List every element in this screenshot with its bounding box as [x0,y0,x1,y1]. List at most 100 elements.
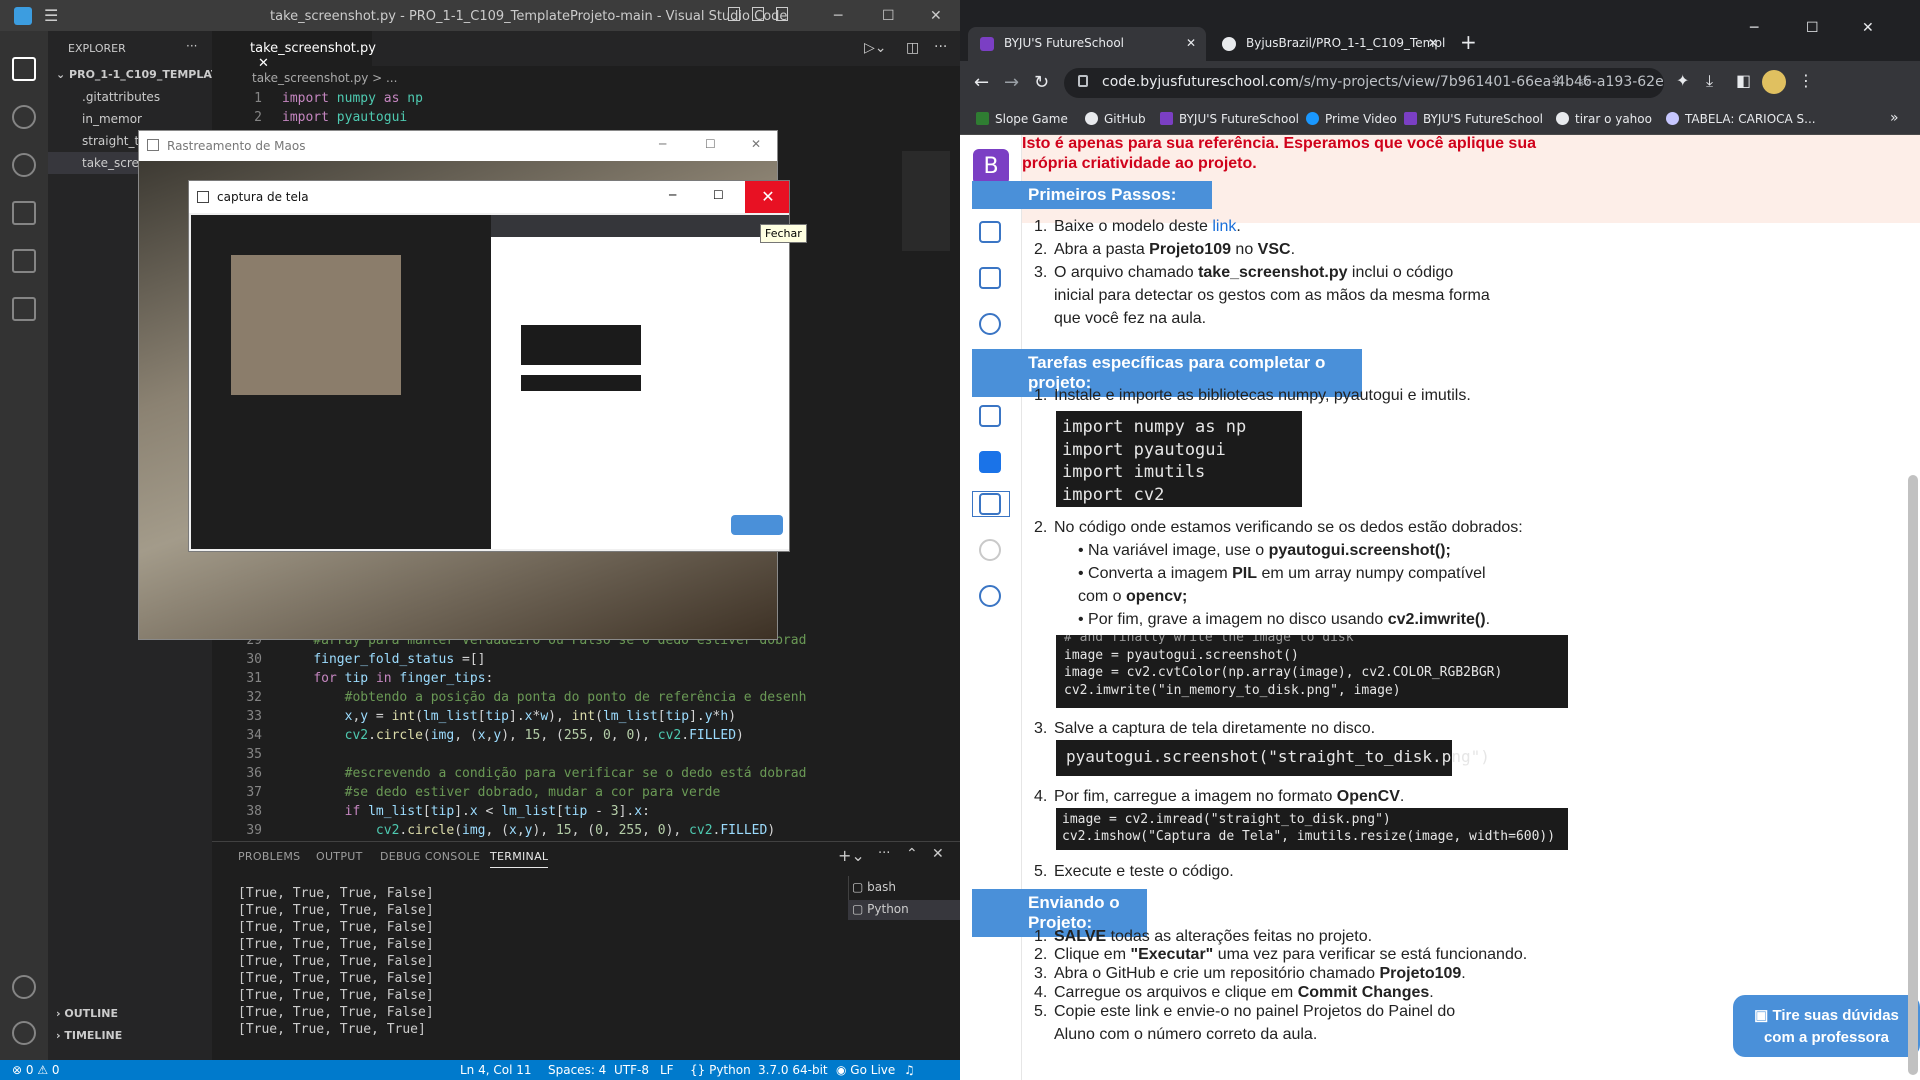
breadcrumb[interactable]: take_screenshot.py > ... [252,71,397,85]
page-scrollbar[interactable] [1908,475,1918,1075]
new-tab-button[interactable]: + [1460,30,1477,54]
status-language[interactable]: {} Python [690,1063,751,1077]
close-button[interactable]: ✕ [745,181,789,213]
editor-tab-active[interactable]: take_screenshot.py ✕ [212,31,376,71]
settings-gear-icon[interactable] [12,1021,36,1045]
code-line: image = cv2.cvtColor(np.array(image), cv… [1064,665,1503,680]
bookmark-star-icon[interactable]: ☆ [1578,71,1592,90]
maximize-icon[interactable]: ☐ [1806,20,1819,36]
run-debug-icon[interactable] [12,201,36,225]
minimize-icon[interactable]: ─ [1750,20,1758,36]
status-position[interactable]: Ln 4, Col 11 [460,1063,532,1077]
template-link[interactable]: link [1212,218,1236,235]
download-icon[interactable]: ⤓ [1706,71,1713,91]
book-icon[interactable] [979,267,1001,289]
minimap[interactable] [902,151,950,251]
bookmark-github[interactable]: GitHub [1085,112,1146,126]
byjus-logo-icon[interactable]: B [973,149,1009,185]
toggle-panel-icon[interactable] [752,7,764,21]
list-number: 3. [1034,264,1048,281]
tab-close-icon[interactable]: ✕ [258,56,269,71]
maximize-icon[interactable]: ☐ [705,137,716,151]
tab-terminal[interactable]: TERMINAL [490,850,549,868]
support-icon[interactable] [979,493,1001,515]
network-icon[interactable] [979,313,1001,335]
close-icon[interactable]: ✕ [1862,20,1874,36]
bookmarks-overflow[interactable]: » [1890,110,1899,126]
status-eol[interactable]: LF [660,1063,674,1077]
bookmark-tirar-yahoo[interactable]: tirar o yahoo [1556,112,1652,126]
tab-close-icon[interactable]: ✕ [1186,36,1196,50]
rocket-icon[interactable] [979,451,1001,473]
reload-icon[interactable]: ↻ [1034,72,1049,93]
explorer-icon[interactable] [12,57,36,81]
report-icon[interactable] [979,405,1001,427]
browser-tab-active[interactable]: BYJU'S FutureSchool ✕ [968,27,1206,61]
explorer-more-button[interactable]: ··· [186,39,197,53]
share-icon[interactable]: ⇪ [1550,72,1563,90]
testing-icon[interactable] [12,297,36,321]
close-icon[interactable]: ✕ [930,8,942,24]
search-icon[interactable] [12,105,36,129]
split-editor-icon[interactable]: ◫ [906,40,919,56]
extensions-icon[interactable]: ✦ [1676,71,1689,90]
code-line: 32 #obtendo a posição da ponta do ponto … [246,690,807,705]
forward-icon[interactable]: → [1004,72,1019,93]
status-problems[interactable]: ⊗ 0 ⚠ 0 [12,1063,60,1077]
maximize-icon[interactable]: ☐ [713,188,724,202]
timeline-section[interactable]: › TIMELINE [48,1025,212,1047]
prime-video-icon [1306,112,1319,125]
layout-icon[interactable] [776,7,788,21]
file-item[interactable]: .gitattributes [48,86,212,108]
sidepanel-icon[interactable]: ◧ [1736,71,1751,90]
toggle-sidebar-icon[interactable] [728,7,740,21]
chrome-menu-icon[interactable]: ⋮ [1798,71,1814,90]
minimize-icon[interactable]: ─ [669,188,676,202]
back-icon[interactable]: ← [974,72,989,93]
project-folder[interactable]: ⌄ PRO_1-1_C109_TEMPLATE... [48,64,212,86]
bookmark-byjus-2[interactable]: BYJU'S FutureSchool [1404,112,1543,126]
bookmark-slope-game[interactable]: Slope Game [976,112,1068,126]
browser-tab[interactable]: ByjusBrazil/PRO_1-1_C109_Templ ✕ [1210,27,1448,61]
account-icon[interactable] [12,975,36,999]
run-icon[interactable]: ▷⌄ [864,40,887,56]
bookmark-tabela[interactable]: TABELA: CARIOCA S... [1666,112,1816,126]
panel-more-icon[interactable]: ··· [878,846,890,861]
maximize-panel-icon[interactable]: ⌃ [906,846,918,862]
status-spaces[interactable]: Spaces: 4 [548,1063,606,1077]
tab-output[interactable]: OUTPUT [316,850,363,863]
outline-section[interactable]: › OUTLINE [48,1003,212,1025]
close-icon[interactable]: ✕ [751,137,761,151]
status-golive[interactable]: ◉ Go Live [836,1063,895,1077]
new-terminal-icon[interactable]: +⌄ [838,846,865,865]
menu-icon[interactable]: ☰ [44,6,58,25]
status-encoding[interactable]: UTF-8 [614,1063,649,1077]
bookmark-prime-video[interactable]: Prime Video [1306,112,1397,126]
bookmark-byjus[interactable]: BYJU'S FutureSchool [1160,112,1299,126]
bell-icon[interactable]: ♫ [904,1063,915,1077]
close-panel-icon[interactable]: ✕ [932,846,944,862]
file-item[interactable]: in_memor [48,108,212,130]
minimize-icon[interactable]: ─ [659,137,666,151]
tab-close-icon[interactable]: ✕ [1428,36,1438,50]
capture-window-titlebar: captura de tela ─ ☐ ✕ [189,181,789,213]
extensions-icon[interactable] [12,249,36,273]
editor-more-icon[interactable]: ··· [934,39,947,55]
tab-debug-console[interactable]: DEBUG CONSOLE [380,850,480,863]
info-icon[interactable] [979,585,1001,607]
profile-avatar[interactable] [1762,70,1786,94]
bullet-item: • Por fim, grave a imagem no disco usand… [1078,611,1491,628]
status-interpreter[interactable]: 3.7.0 64-bit [758,1063,828,1077]
minimize-icon[interactable]: ─ [834,8,842,24]
address-bar[interactable]: code.byjusfutureschool.com/s/my-projects… [1064,68,1664,98]
badge-icon[interactable] [979,539,1001,561]
ask-teacher-button[interactable]: ▣ Tire suas dúvidas com a professora [1733,995,1920,1057]
maximize-icon[interactable]: ☐ [882,8,895,24]
terminal-item-python[interactable]: ▢ Python [848,900,960,920]
tab-problems[interactable]: PROBLEMS [238,850,300,863]
terminal-item-bash[interactable]: ▢ bash [852,880,896,894]
classes-icon[interactable] [979,221,1001,243]
code-line: image = pyautogui.screenshot() [1064,647,1299,663]
list-item: Baixe o modelo deste link. [1054,218,1241,235]
source-control-icon[interactable] [12,153,36,177]
